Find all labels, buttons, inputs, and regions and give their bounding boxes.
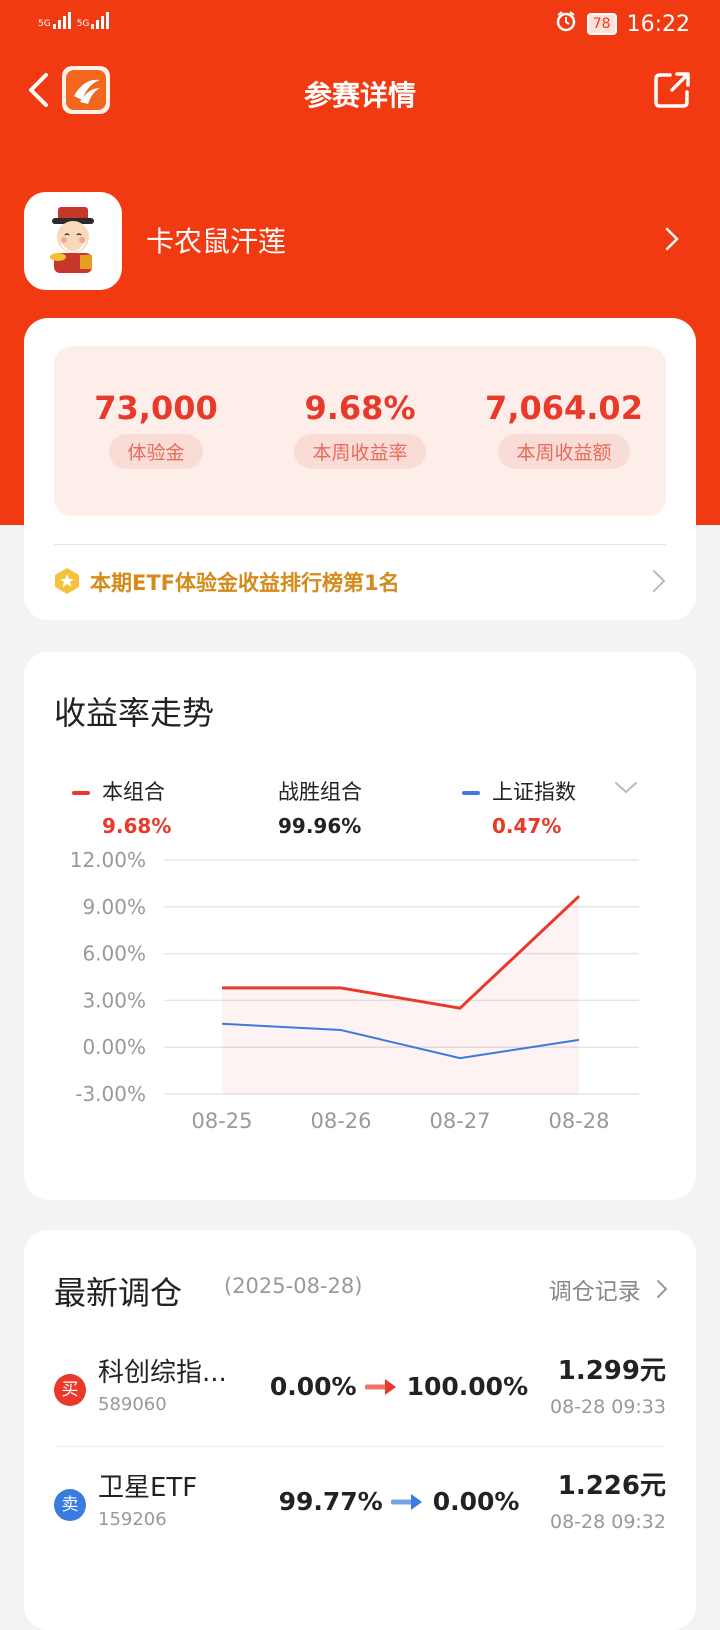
x-tick-label: 08-25 xyxy=(191,1109,252,1133)
signal-indicators: 5G 5G xyxy=(38,12,110,29)
trade-date: (2025-08-28) xyxy=(224,1274,363,1298)
page-title: 参赛详情 xyxy=(303,79,416,112)
stats-panel: 73,000 体验金 9.68% 本周收益率 7,064.02 本周收益额 xyxy=(54,346,666,516)
ranking-link[interactable]: 本期ETF体验金收益排行榜第1名 xyxy=(54,544,666,615)
network-tag: 5G xyxy=(76,19,90,29)
x-tick-label: 08-26 xyxy=(310,1109,371,1133)
stat-label: 体验金 xyxy=(109,434,203,469)
rebalance-history-link[interactable]: 调仓记录 xyxy=(549,1272,668,1306)
clock: 16:22 xyxy=(626,11,690,37)
stats-card: 73,000 体验金 9.68% 本周收益率 7,064.02 本周收益额 本期… xyxy=(24,318,696,620)
from-weight: 99.77% xyxy=(278,1487,383,1516)
signal-icon: 5G xyxy=(38,12,71,29)
battery-indicator: 78 xyxy=(586,13,617,35)
trade-time: 08-28 09:33 xyxy=(549,1396,666,1418)
alarm-icon xyxy=(555,10,577,38)
stat-trial-funds: 73,000 体验金 xyxy=(54,388,258,469)
buy-badge: 买 xyxy=(54,1374,86,1406)
position-change: 0.00% 100.00% xyxy=(254,1372,544,1401)
y-tick-label: 12.00% xyxy=(70,848,146,872)
stat-weekly-return-amount: 7,064.02 本周收益额 xyxy=(462,388,666,469)
network-tag: 5G xyxy=(38,19,51,29)
avatar xyxy=(24,192,122,290)
from-weight: 0.00% xyxy=(269,1372,357,1401)
position-change: 99.77% 0.00% xyxy=(254,1487,544,1516)
y-tick-label: 6.00% xyxy=(82,942,146,966)
signal-icon: 5G xyxy=(77,12,110,29)
trade-time: 08-28 09:32 xyxy=(549,1511,666,1533)
trade-price: 1.299元 xyxy=(557,1356,666,1386)
section-title: 最新调仓 xyxy=(54,1274,183,1312)
stat-value: 73,000 xyxy=(94,389,218,427)
stat-weekly-return-rate: 9.68% 本周收益率 xyxy=(258,388,462,469)
trend-chart: 12.00% 9.00% 6.00% 3.00% 0.00% -3.00% 08-25 08-… xyxy=(70,848,639,1133)
nav-bar: 参赛详情 xyxy=(0,58,720,122)
trade-price: 1.226元 xyxy=(557,1471,666,1501)
history-label: 调仓记录 xyxy=(548,1279,641,1305)
y-tick-label: 9.00% xyxy=(82,895,146,919)
ranking-text: 本期ETF体验金收益排行榜第1名 xyxy=(90,571,400,595)
arrow-right-icon xyxy=(390,1493,422,1510)
share-icon[interactable] xyxy=(652,70,692,110)
fund-name: 科创综指... xyxy=(98,1358,227,1388)
y-tick-label: -3.00% xyxy=(75,1082,146,1106)
medal-icon xyxy=(54,567,80,599)
trade-row[interactable]: 买 科创综指... 589060 0.00% 100.00% 1.299元 08… xyxy=(54,1332,666,1446)
y-tick-label: 0.00% xyxy=(82,1035,146,1059)
stat-value: 7,064.02 xyxy=(485,389,643,427)
trend-card: 收益率走势 本组合 9.68% 战胜组合 99.96% 上证指数 0.47% 1… xyxy=(24,652,696,1200)
stat-label: 本周收益额 xyxy=(498,434,630,469)
fund-code: 589060 xyxy=(98,1394,167,1415)
profile-name: 卡农鼠汗莲 xyxy=(146,225,287,258)
profile-row[interactable]: 卡农鼠汗莲 xyxy=(24,192,696,290)
fund-code: 159206 xyxy=(98,1509,167,1530)
area-fill xyxy=(222,896,579,1094)
arrow-right-icon xyxy=(364,1378,396,1395)
y-tick-label: 3.00% xyxy=(82,988,146,1012)
stat-value: 9.68% xyxy=(304,389,416,427)
x-tick-label: 08-27 xyxy=(429,1109,490,1133)
sell-badge: 卖 xyxy=(54,1489,86,1521)
to-weight: 0.00% xyxy=(432,1487,520,1516)
chevron-right-icon xyxy=(652,569,666,597)
fund-name: 卫星ETF xyxy=(98,1473,198,1503)
x-tick-label: 08-28 xyxy=(548,1109,609,1133)
to-weight: 100.00% xyxy=(406,1372,529,1401)
trades-card: 最新调仓 (2025-08-28) 调仓记录 买 科创综指... 589060 … xyxy=(24,1230,696,1630)
status-bar: 5G 5G 78 16:22 xyxy=(0,0,720,50)
stat-label: 本周收益率 xyxy=(294,434,426,469)
chevron-right-icon xyxy=(657,1280,668,1298)
chevron-right-icon xyxy=(664,226,680,256)
trade-row[interactable]: 卖 卫星ETF 159206 99.77% 0.00% 1.226元 08-28… xyxy=(54,1446,666,1561)
